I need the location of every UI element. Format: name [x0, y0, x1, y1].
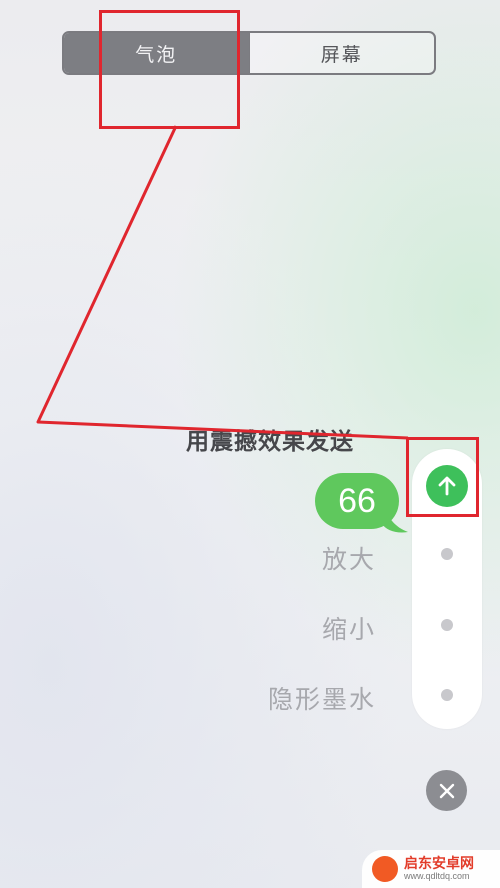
tab-screen[interactable]: 屏幕 — [248, 33, 435, 73]
close-icon — [439, 783, 454, 798]
effect-option-gentle[interactable]: 缩小 — [322, 610, 376, 646]
effect-option-loud[interactable]: 放大 — [322, 540, 376, 576]
watermark-logo — [372, 856, 398, 882]
effect-dot-gentle[interactable] — [441, 619, 453, 631]
annotation-box-send-button — [406, 437, 479, 517]
watermark-title: 启东安卓网 — [404, 855, 474, 872]
effect-dot-loud[interactable] — [441, 548, 453, 560]
watermark: 启东安卓网 www.qdltdq.com — [362, 850, 500, 888]
slam-effect-caption: 用震撼效果发送 — [186, 429, 354, 455]
message-bubble: 66 — [315, 473, 399, 529]
effect-option-invisible-ink[interactable]: 隐形墨水 — [268, 680, 376, 716]
annotation-box-bubble-tab — [99, 10, 240, 129]
effect-dot-invisible-ink[interactable] — [441, 689, 453, 701]
watermark-url: www.qdltdq.com — [404, 870, 470, 881]
close-button[interactable] — [426, 770, 467, 811]
watermark-text: 启东安卓网 www.qdltdq.com — [404, 857, 474, 881]
message-text: 66 — [338, 481, 376, 520]
tab-screen-label: 屏幕 — [320, 43, 363, 66]
